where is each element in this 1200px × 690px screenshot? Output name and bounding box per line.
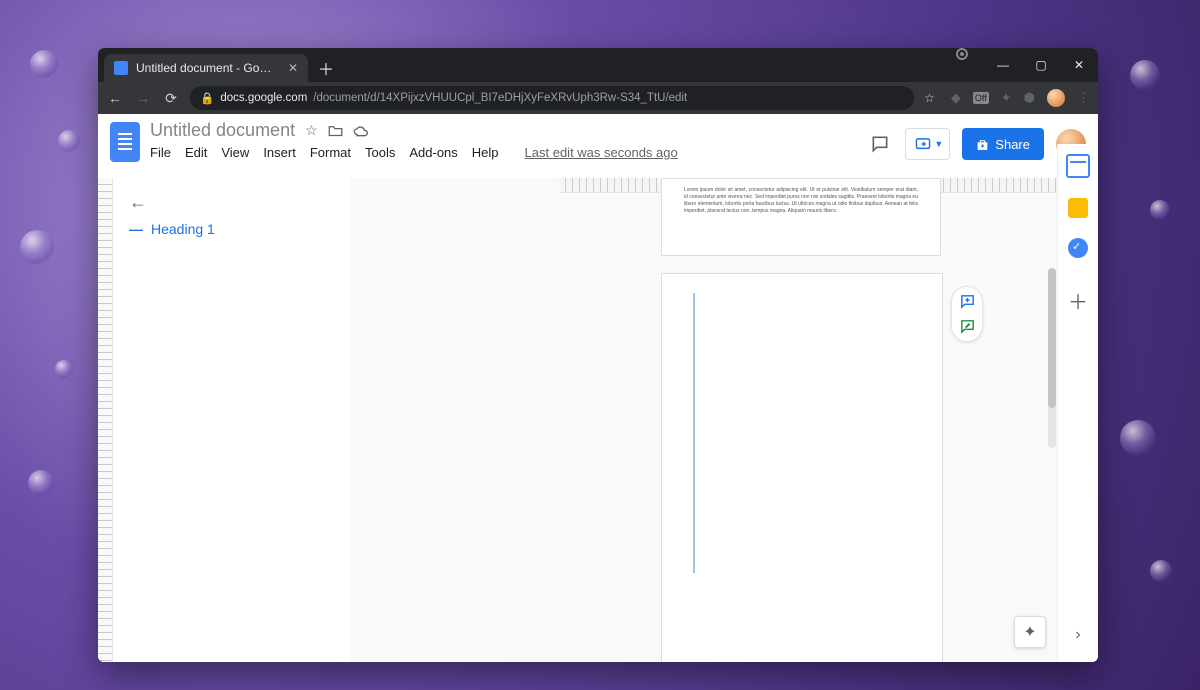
browser-menu-icon[interactable]: ⋮ (1077, 90, 1090, 106)
browser-tab[interactable]: Untitled document - Google Docs ✕ (104, 54, 308, 82)
outline-collapse-icon[interactable]: — (129, 221, 143, 237)
scrollbar[interactable] (1048, 268, 1056, 448)
tab-close-icon[interactable]: ✕ (288, 61, 298, 75)
address-bar[interactable]: 🔒 docs.google.com/document/d/14XPijxzVHU… (190, 86, 914, 110)
outline-item[interactable]: — Heading 1 (129, 221, 335, 237)
menu-format[interactable]: Format (310, 145, 351, 160)
extensions-icon[interactable]: ✦ (1001, 90, 1012, 106)
menu-view[interactable]: View (221, 145, 249, 160)
canvas[interactable]: Lorem ipsum dolor sit amet, consectetur … (351, 178, 1058, 662)
tab-favicon (114, 61, 128, 75)
tasks-icon[interactable] (1068, 238, 1088, 258)
share-button[interactable]: Share (962, 128, 1044, 160)
menu-help[interactable]: Help (472, 145, 499, 160)
tab-title: Untitled document - Google Docs (136, 61, 276, 75)
window-controls: — ▢ ✕ (952, 48, 1098, 82)
vertical-ruler (98, 178, 113, 662)
extension-icons: ◆ Off ✦ ⬢ ⋮ (945, 89, 1090, 107)
hide-sidepanel-icon[interactable]: › (1075, 626, 1080, 644)
ext-icon-1[interactable]: ◆ (951, 90, 961, 106)
menu-edit[interactable]: Edit (185, 145, 207, 160)
page-1[interactable]: Lorem ipsum dolor sit amet, consectetur … (661, 178, 941, 256)
add-comment-margin-button[interactable] (959, 293, 976, 310)
forward-button[interactable]: → (134, 90, 152, 106)
share-label: Share (995, 137, 1030, 152)
url-host: docs.google.com (220, 92, 307, 104)
last-edit-link[interactable]: Last edit was seconds ago (525, 145, 678, 160)
tab-search-icon[interactable] (956, 48, 968, 60)
document-title[interactable]: Untitled document (150, 120, 295, 141)
profile-avatar-browser[interactable] (1047, 89, 1065, 107)
menu-insert[interactable]: Insert (263, 145, 296, 160)
suggest-edits-margin-button[interactable] (959, 318, 976, 335)
menu-addons[interactable]: Add-ons (409, 145, 457, 160)
comment-history-button[interactable] (867, 131, 893, 157)
present-button[interactable]: ▼ (905, 128, 950, 160)
docs-logo[interactable] (110, 122, 140, 162)
titlebar: Untitled document - Google Docs ✕ ＋ — ▢ … (98, 48, 1098, 82)
back-button[interactable]: ← (106, 90, 124, 106)
menu-file[interactable]: File (150, 145, 171, 160)
minimize-button[interactable]: — (984, 48, 1022, 82)
close-window-button[interactable]: ✕ (1060, 48, 1098, 82)
keep-icon[interactable] (1068, 198, 1088, 218)
menu-tools[interactable]: Tools (365, 145, 395, 160)
cloud-status-icon[interactable] (353, 125, 369, 137)
ext-icon-2[interactable]: Off (973, 92, 989, 104)
page-2[interactable] (661, 273, 943, 662)
ext-icon-3[interactable]: ⬢ (1024, 90, 1035, 106)
calendar-icon[interactable] (1066, 154, 1090, 178)
add-addon-icon[interactable]: ＋ (1068, 286, 1088, 315)
browser-window: Untitled document - Google Docs ✕ ＋ — ▢ … (98, 48, 1098, 662)
explore-button[interactable]: ✦ (1014, 616, 1046, 648)
scrollbar-thumb[interactable] (1048, 268, 1056, 408)
reload-button[interactable]: ⟳ (162, 90, 180, 107)
page1-body-text: Lorem ipsum dolor sit amet, consectetur … (684, 187, 918, 215)
new-tab-button[interactable]: ＋ (314, 56, 338, 80)
side-panel: ＋ › (1057, 144, 1098, 662)
margin-actions (951, 286, 983, 342)
menu-bar: File Edit View Insert Format Tools Add-o… (150, 145, 678, 160)
docs-header: Untitled document ☆ File Edit View Inser… (98, 114, 1098, 178)
browser-toolbar: ← → ⟳ 🔒 docs.google.com/document/d/14XPi… (98, 82, 1098, 114)
maximize-button[interactable]: ▢ (1022, 48, 1060, 82)
url-path: /document/d/14XPijxzVHUUCpl_BI7eDHjXyFeX… (313, 92, 687, 104)
bookmark-star-icon[interactable]: ☆ (924, 91, 935, 105)
outline-heading-label: Heading 1 (151, 221, 215, 237)
text-cursor (693, 293, 695, 573)
document-outline: ← — Heading 1 (113, 178, 351, 662)
star-icon[interactable]: ☆ (305, 122, 318, 139)
outline-close-icon[interactable]: ← (129, 192, 147, 213)
move-icon[interactable] (328, 124, 343, 137)
workspace: ← — Heading 1 Lorem ipsum dolor sit amet… (98, 178, 1058, 662)
lock-icon: 🔒 (200, 91, 214, 105)
